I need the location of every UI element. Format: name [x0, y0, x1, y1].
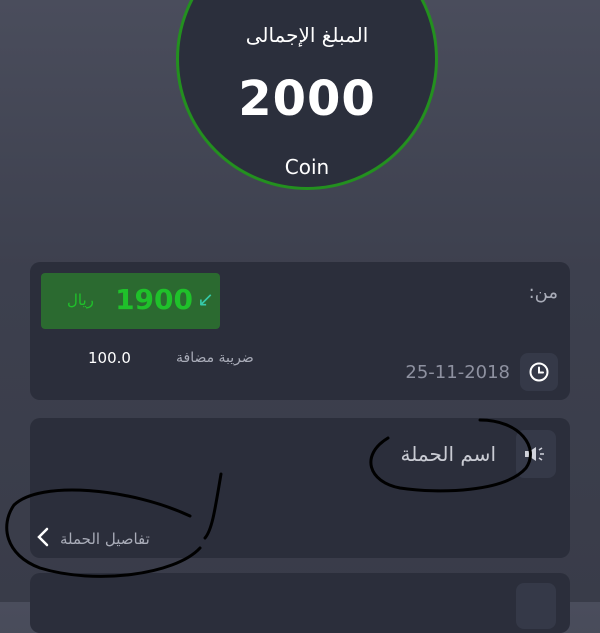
total-unit: Coin [284, 155, 330, 179]
clock-icon [520, 353, 558, 391]
campaign-details-label: تفاصيل الحملة [60, 530, 150, 548]
transaction-card: من: ↙ 1900 ريال ضريبة مضافة 100.0 25-11-… [30, 262, 570, 400]
chevron-left-icon [36, 526, 50, 554]
transaction-date: 25-11-2018 [405, 362, 510, 383]
campaign-card: اسم الحملة تفاصيل الحملة [30, 418, 570, 558]
id-icon [516, 583, 556, 629]
currency-label: ريال [67, 291, 94, 309]
next-card [30, 573, 570, 633]
total-amount-circle: المبلغ الإجمالى 2000 Coin [176, 0, 438, 190]
from-label: من: [528, 282, 558, 303]
megaphone-icon [516, 430, 556, 478]
transaction-amount: 1900 [115, 283, 193, 316]
total-amount: 2000 [238, 71, 376, 127]
total-label: المبلغ الإجمالى [245, 23, 369, 47]
tax-label: ضريبة مضافة [176, 350, 254, 366]
amount-badge: ↙ 1900 ريال [41, 273, 220, 329]
campaign-details-link[interactable]: تفاصيل الحملة [30, 526, 230, 550]
tax-value: 100.0 [88, 349, 131, 367]
arrow-down-left-icon: ↙ [197, 287, 214, 311]
campaign-name: اسم الحملة [400, 442, 496, 466]
